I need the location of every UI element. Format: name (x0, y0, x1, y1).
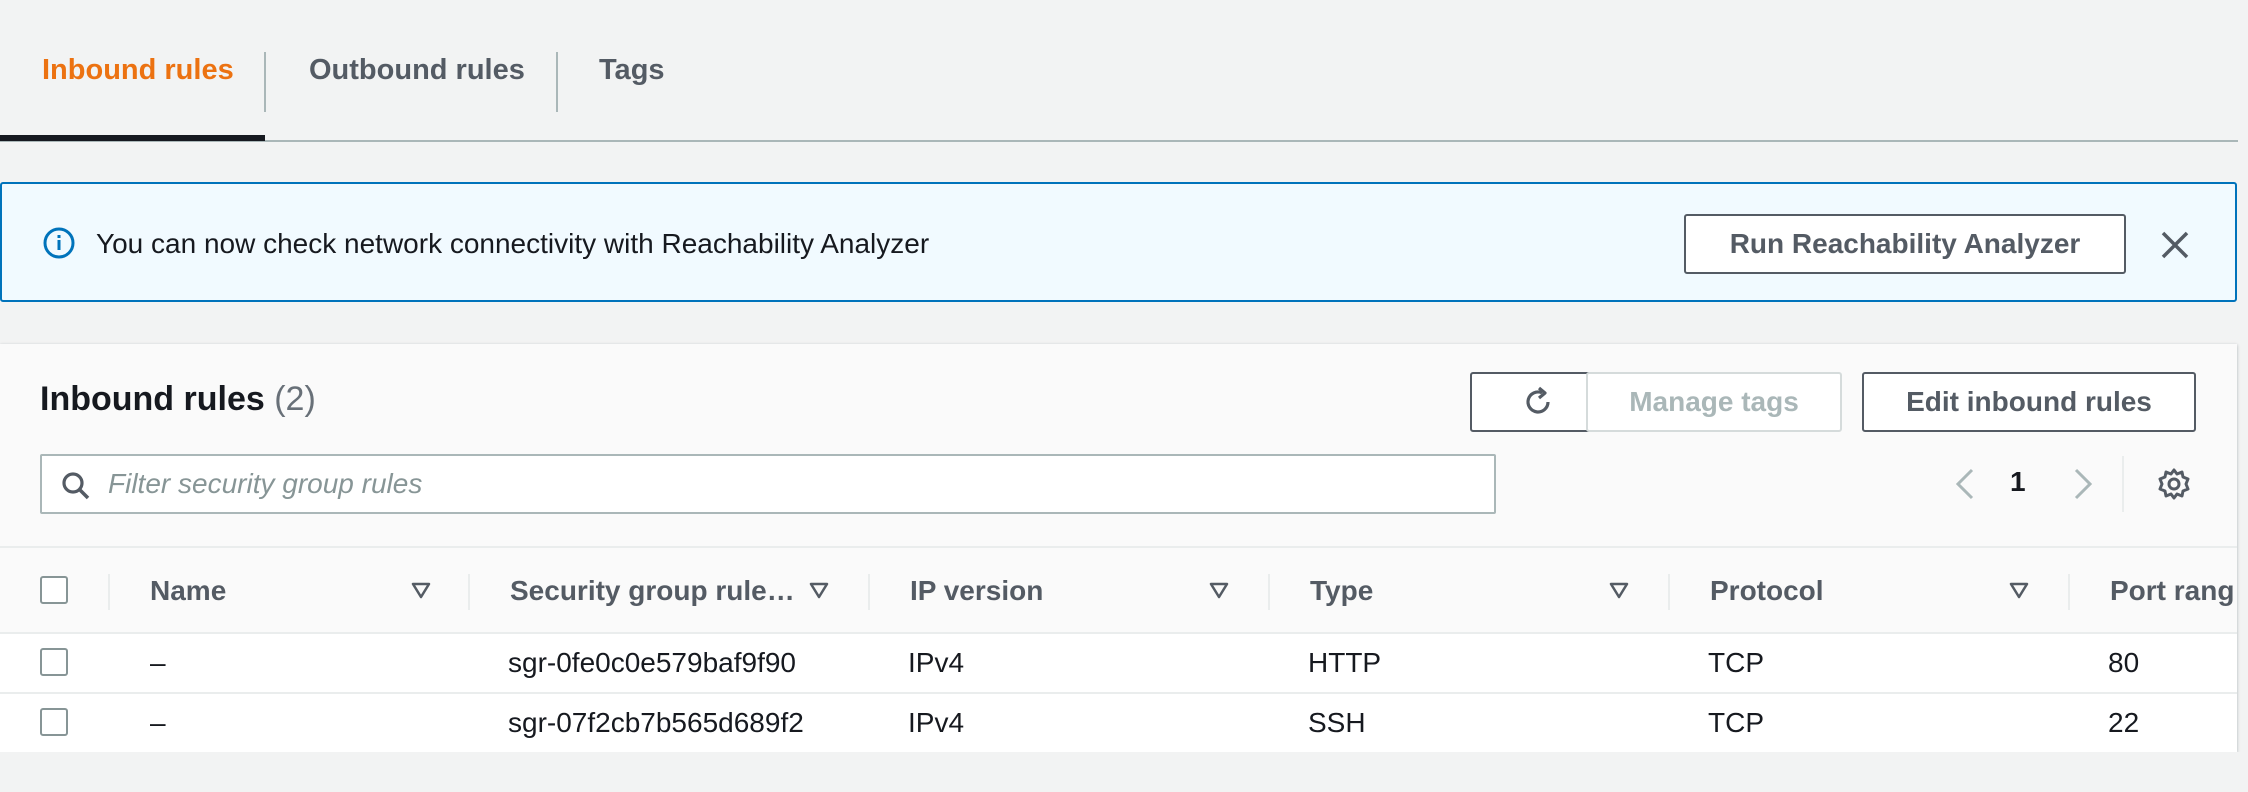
column-header-name[interactable]: Name (150, 548, 410, 634)
column-header-ip-version[interactable]: IP version (910, 548, 1170, 634)
sort-icon[interactable] (410, 580, 432, 602)
close-icon[interactable] (2158, 228, 2192, 262)
tab-tags[interactable]: Tags (599, 0, 665, 140)
table-header: Name Security group rule… IP version Typ… (0, 546, 2237, 634)
chevron-left-icon[interactable] (1952, 466, 1978, 502)
pager-divider (2122, 456, 2124, 512)
tab-outbound-rules[interactable]: Outbound rules (309, 0, 525, 140)
sort-icon[interactable] (2008, 580, 2030, 602)
column-header-type[interactable]: Type (1310, 548, 1570, 634)
cell-ip-version: IPv4 (908, 707, 965, 738)
cell-ip-version: IPv4 (908, 647, 965, 678)
active-tab-indicator (0, 135, 265, 141)
table-row[interactable]: – sgr-0fe0c0e579baf9f90 IPv4 HTTP TCP 80 (0, 634, 2237, 694)
inbound-rules-panel: Inbound rules (2) Manage tags Edit inbou… (0, 344, 2237, 754)
column-divider (868, 574, 870, 610)
tab-bar: Inbound rules Outbound rules Tags (0, 0, 2238, 142)
search-icon (62, 472, 90, 500)
manage-tags-button[interactable]: Manage tags (1586, 372, 1842, 432)
rule-count: (2) (274, 380, 316, 418)
cell-port-range: 22 (2108, 707, 2140, 738)
column-header-rule-id[interactable]: Security group rule… (510, 548, 800, 634)
cell-name: – (150, 707, 166, 738)
sort-icon[interactable] (808, 580, 830, 602)
column-divider (1268, 574, 1270, 610)
cell-protocol: TCP (1708, 707, 1764, 738)
current-page-number[interactable]: 1 (2010, 466, 2026, 498)
column-header-protocol[interactable]: Protocol (1710, 548, 1970, 634)
column-divider (2068, 574, 2070, 610)
rules-table: Name Security group rule… IP version Typ… (0, 546, 2237, 754)
gear-icon[interactable] (2156, 466, 2192, 502)
panel-title: Inbound rules (2) (40, 380, 316, 419)
row-checkbox[interactable] (40, 648, 68, 676)
cell-type: HTTP (1308, 647, 1382, 678)
search-input[interactable] (108, 464, 1478, 504)
refresh-icon (1526, 386, 1550, 414)
column-divider (108, 574, 110, 610)
row-checkbox[interactable] (40, 708, 68, 736)
search-field (40, 454, 1496, 514)
tab-divider (264, 52, 266, 112)
table-row[interactable]: – sgr-07f2cb7b565d689f2 IPv4 SSH TCP 22 (0, 694, 2237, 754)
page-background (0, 752, 2248, 792)
sort-icon[interactable] (1208, 580, 1230, 602)
chevron-right-icon[interactable] (2070, 466, 2096, 502)
column-header-port-range[interactable]: Port rang (2110, 548, 2237, 634)
cell-port-range: 80 (2108, 647, 2140, 678)
info-icon (43, 227, 75, 259)
tab-divider (556, 52, 558, 112)
tab-inbound-rules[interactable]: Inbound rules (42, 0, 234, 140)
select-all-checkbox[interactable] (40, 576, 68, 604)
column-divider (1668, 574, 1670, 610)
edit-inbound-rules-button[interactable]: Edit inbound rules (1862, 372, 2196, 432)
cell-protocol: TCP (1708, 647, 1764, 678)
column-divider (468, 574, 470, 610)
cell-rule-id: sgr-0fe0c0e579baf9f90 (508, 647, 796, 678)
sort-icon[interactable] (1608, 580, 1630, 602)
cell-rule-id: sgr-07f2cb7b565d689f2 (508, 707, 804, 738)
panel-title-text: Inbound rules (40, 380, 265, 418)
reachability-flash-banner: You can now check network connectivity w… (0, 182, 2237, 302)
cell-name: – (150, 647, 166, 678)
run-reachability-analyzer-button[interactable]: Run Reachability Analyzer (1684, 214, 2126, 274)
cell-type: SSH (1308, 707, 1366, 738)
flash-message: You can now check network connectivity w… (96, 228, 930, 259)
